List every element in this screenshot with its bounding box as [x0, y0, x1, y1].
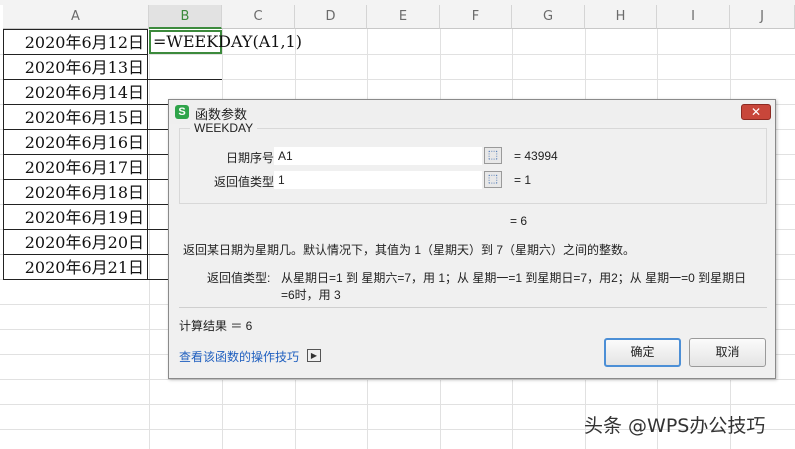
video-icon[interactable]: ▶ [307, 349, 321, 362]
watermark-text: 头条 @WPS办公技巧 [584, 415, 766, 437]
param-description-line1: 从星期日=1 到 星期六=7，用 1；从 星期一=1 到星期日=7，用2；从 星… [281, 271, 747, 285]
gridline [0, 379, 795, 380]
formula-result: = 6 [510, 214, 528, 228]
return-type-result: = 1 [514, 173, 532, 187]
cell-a6[interactable]: 2020年6月17日 [3, 155, 148, 180]
cell-a4[interactable]: 2020年6月15日 [3, 105, 148, 130]
cell-a5[interactable]: 2020年6月16日 [3, 130, 148, 155]
close-button[interactable]: ✕ [741, 104, 771, 120]
function-name: WEEKDAY [190, 121, 258, 135]
cell-a3[interactable]: 2020年6月14日 [3, 80, 148, 105]
ok-button[interactable]: 确定 [604, 338, 681, 367]
cell-a1[interactable]: 2020年6月12日 [3, 29, 148, 55]
cell-a7[interactable]: 2020年6月18日 [3, 180, 148, 205]
cancel-button[interactable]: 取消 [689, 338, 766, 367]
cell-a2[interactable]: 2020年6月13日 [3, 55, 148, 80]
column-header-f[interactable]: F [440, 5, 512, 29]
dialog-titlebar[interactable]: S 函数参数 ✕ [169, 100, 775, 124]
column-header-e[interactable]: E [367, 5, 440, 29]
cell-b1-formula[interactable]: =WEEKDAY(A1,1) [153, 31, 302, 53]
column-header-j[interactable]: J [730, 5, 795, 29]
column-header-a[interactable]: A [3, 5, 149, 29]
cell-a10[interactable]: 2020年6月21日 [3, 255, 148, 280]
cell-border [148, 79, 222, 80]
column-header-h[interactable]: H [585, 5, 657, 29]
range-picker-icon[interactable]: ⬚ [484, 171, 502, 188]
param-description-line2: =6时，用 3 [281, 288, 341, 302]
function-description: 返回某日期为星期几。默认情况下，其值为 1（星期天）到 7（星期六）之间的整数。 [183, 243, 636, 257]
cell-a9[interactable]: 2020年6月20日 [3, 230, 148, 255]
return-type-input[interactable]: 1 [274, 171, 482, 189]
gridline [0, 404, 795, 405]
wps-logo-icon: S [175, 105, 189, 119]
column-header-c[interactable]: C [222, 5, 295, 29]
arg-label-return-type: 返回值类型 [213, 175, 274, 189]
param-label: 返回值类型: [207, 271, 271, 285]
divider [179, 307, 767, 308]
arg-label-serial-number: 日期序号 [225, 151, 274, 165]
cell-a8[interactable]: 2020年6月19日 [3, 205, 148, 230]
calc-result: 计算结果 ＝ 6 [179, 319, 253, 333]
serial-number-result: = 43994 [514, 149, 558, 163]
arguments-group: WEEKDAY 日期序号 A1 ⬚ = 43994 返回值类型 1 ⬚ = 1 [179, 121, 767, 204]
range-picker-icon[interactable]: ⬚ [484, 147, 502, 164]
gridline [149, 29, 150, 449]
help-link[interactable]: 查看该函数的操作技巧 [179, 348, 299, 365]
column-header-d[interactable]: D [295, 5, 367, 29]
serial-number-input[interactable]: A1 [274, 147, 482, 165]
column-header-i[interactable]: I [657, 5, 730, 29]
column-header-b[interactable]: B [149, 5, 222, 29]
column-header-g[interactable]: G [512, 5, 585, 29]
function-arguments-dialog: S 函数参数 ✕ WEEKDAY 日期序号 A1 ⬚ = 43994 返回值类型… [168, 99, 776, 379]
